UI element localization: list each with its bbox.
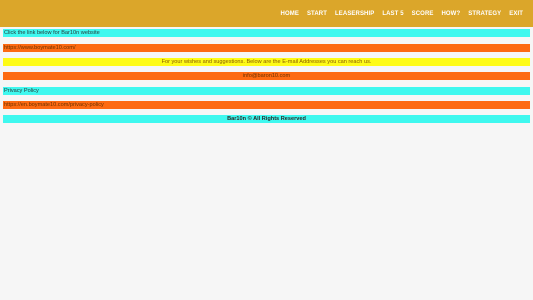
top-nav-bar: HOME START LEASERSHIP LAST 5 SCORE HOW? … bbox=[0, 0, 533, 27]
nav-exit[interactable]: EXIT bbox=[505, 11, 527, 17]
page-content: Click the link below for Bar10n website … bbox=[3, 29, 530, 123]
website-link[interactable]: https://www.boymate10.com/ bbox=[3, 43, 530, 52]
nav-score[interactable]: SCORE bbox=[408, 11, 438, 17]
nav-how[interactable]: HOW? bbox=[437, 11, 464, 17]
nav-last-5[interactable]: LAST 5 bbox=[378, 11, 407, 17]
main-nav: HOME START LEASERSHIP LAST 5 SCORE HOW? … bbox=[277, 0, 527, 27]
nav-home[interactable]: HOME bbox=[277, 11, 303, 17]
contact-prompt: For your wishes and suggestions. Below a… bbox=[3, 58, 530, 66]
contact-email-link[interactable]: info@baron10.com bbox=[3, 72, 530, 80]
privacy-policy-link[interactable]: https://en.boymate10.com/privacy-policy bbox=[3, 100, 530, 109]
footer-copyright: Bar10n © All Rights Reserved bbox=[3, 115, 530, 123]
website-prompt: Click the link below for Bar10n website bbox=[3, 29, 530, 37]
privacy-policy-label: Privacy Policy bbox=[3, 86, 530, 95]
nav-leadership[interactable]: LEASERSHIP bbox=[331, 11, 378, 17]
nav-start[interactable]: START bbox=[303, 11, 331, 17]
nav-strategy[interactable]: STRATEGY bbox=[464, 11, 505, 17]
